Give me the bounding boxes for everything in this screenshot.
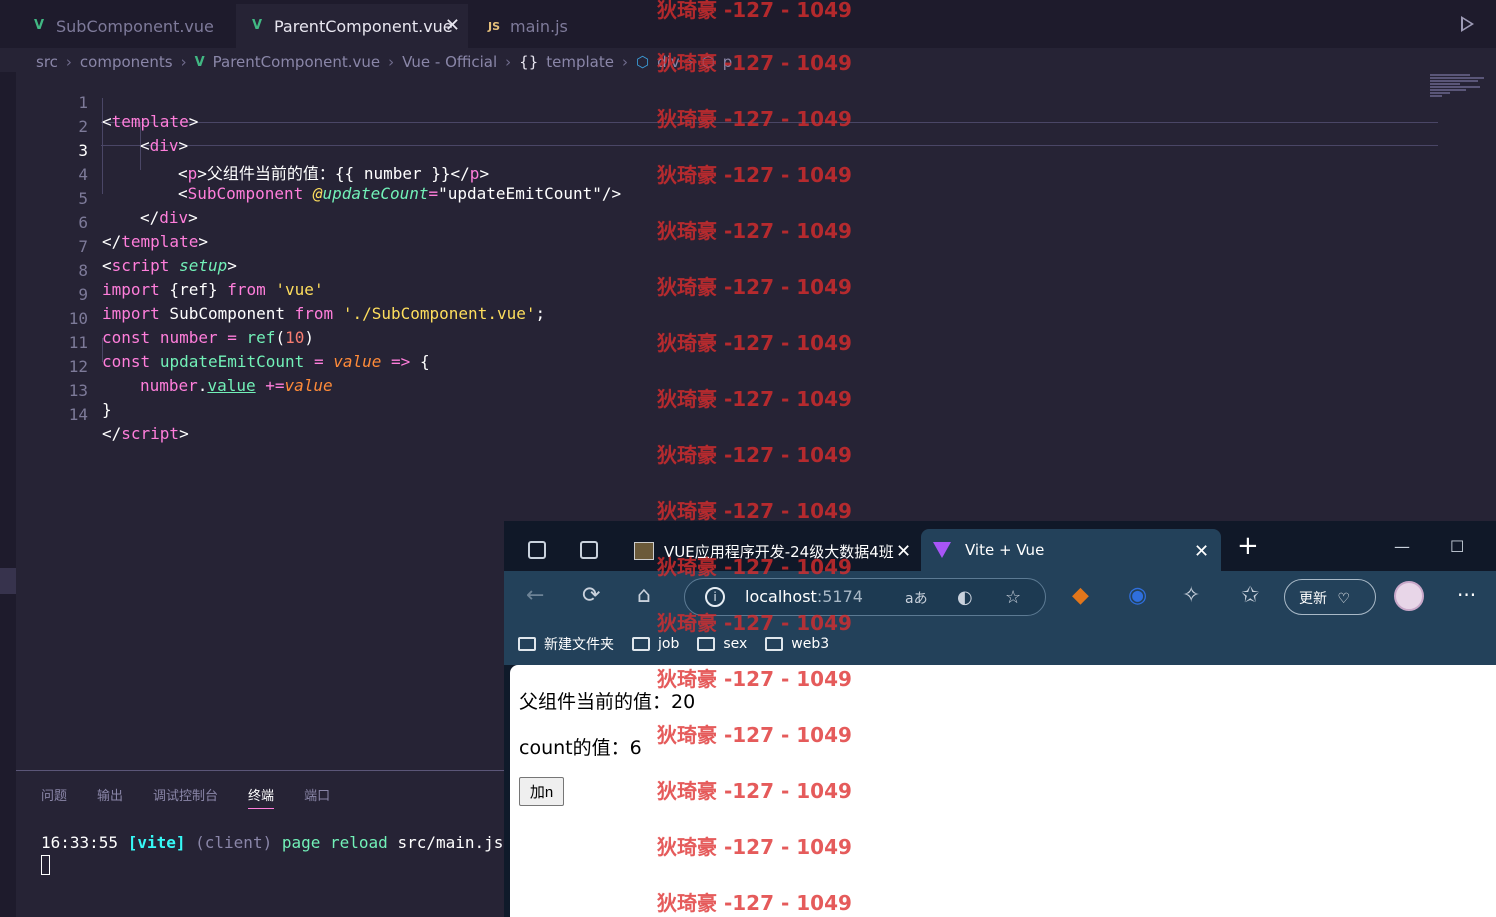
tab-ports[interactable]: 端口 [304,785,330,809]
web-page: 父组件当前的值：20 count的值：6 加n [510,665,1496,917]
code-line: 2 <div> [78,117,189,155]
code-line: 1 <template> [78,93,199,131]
code-line: 11 const updateEmitCount = value => { [68,333,430,371]
home-icon[interactable]: ⌂ [637,585,651,607]
code-line: 7 <script setup> [78,237,237,275]
vue-icon: V [194,54,205,70]
terminal-output[interactable]: 16:33:55 [vite] (client) page reload src… [41,833,503,852]
folder-icon [765,637,784,651]
workspaces-icon[interactable] [528,541,546,559]
address-bar[interactable]: i localhost:5174 aあ ◐ ☆ [684,578,1046,616]
folder-icon [518,637,536,651]
tab-parentcomponent[interactable]: V ParentComponent.vue ✕ [236,4,468,48]
back-icon[interactable]: ← [526,585,544,607]
breadcrumb-item[interactable]: p [723,53,733,71]
breadcrumb-item[interactable]: components [80,53,173,71]
code-line: 10 const number = ref(10) [68,309,314,347]
tab-label: ParentComponent.vue [274,16,453,36]
code-line: 9 import SubComponent from './SubCompone… [78,285,546,323]
browser-tab-strip: VUE应用程序开发-24级大数据4班 ✕ Vite + Vue ✕ + — ☐ [504,521,1496,571]
code-line: 5 </div> [78,189,198,227]
panel-tabs: 问题 输出 调试控制台 终端 端口 [41,785,360,809]
address-url: localhost:5174 [745,587,863,606]
more-icon[interactable]: ··· [1457,583,1476,607]
breadcrumb-item[interactable]: Vue - Official [402,53,497,71]
avatar[interactable] [1394,581,1424,611]
breadcrumb-item[interactable]: template [546,53,614,71]
element-icon: ⬡ [701,53,715,71]
tab-title: Vite + Vue [965,541,1045,559]
count-value-text: count的值：6 [519,737,642,759]
bookmark-folder[interactable]: sex [697,636,747,652]
bookmarks-bar: 新建文件夹 job sex web3 [504,623,1496,665]
reload-icon[interactable]: ⟳ [582,585,600,607]
add-button[interactable]: 加n [519,777,564,806]
vue-icon: V [252,18,263,33]
favorites-icon[interactable]: ✩ [1241,585,1259,607]
tab-problems[interactable]: 问题 [41,785,67,809]
tab-label: main.js [510,16,568,36]
site-favicon [634,542,654,560]
extensions-icon[interactable]: ✧ [1182,585,1200,607]
folder-icon [632,637,650,651]
folder-icon [697,637,716,651]
tab-output[interactable]: 输出 [97,785,123,809]
vue-icon: V [34,18,45,33]
code-line: 3 <p>父组件当前的值：{{ number }}</p> [78,141,490,183]
browser-tab-active[interactable]: Vite + Vue [921,529,1221,571]
breadcrumb-item[interactable]: ParentComponent.vue [213,53,380,71]
code-line: 14 </script> [68,405,189,443]
breadcrumb-item[interactable]: div [657,53,680,71]
element-icon: ⬡ [635,53,650,71]
new-tab-icon[interactable]: + [1237,533,1259,559]
js-icon: JS [488,20,501,33]
code-line: 6 </template> [78,213,208,251]
parent-value-text: 父组件当前的值：20 [519,691,696,713]
braces-icon: {} [519,53,539,71]
tab-subcomponent[interactable]: V SubComponent.vue [0,4,235,48]
browser-tab[interactable]: VUE应用程序开发-24级大数据4班 [628,533,916,569]
activity-strip [0,72,16,917]
breadcrumb: src › components › V ParentComponent.vue › … [36,53,733,71]
extension-icon[interactable]: ◉ [1128,585,1147,607]
bookmark-folder[interactable]: job [632,636,679,652]
breadcrumb-item[interactable]: src [36,53,58,71]
editor-tab-bar: V SubComponent.vue V ParentComponent.vue… [0,0,1496,48]
close-icon[interactable]: ✕ [445,15,460,36]
metamask-icon[interactable]: ◆ [1072,585,1089,607]
code-line: 12 number.value +=value [68,357,333,395]
update-button[interactable]: 更新 ♡ [1284,579,1376,615]
terminal-panel: 问题 输出 调试控制台 终端 端口 16:33:55 [vite] (clien… [16,770,504,917]
minimize-icon[interactable]: — [1394,537,1410,556]
tab-mainjs[interactable]: JS main.js [470,4,618,48]
code-line: 13 } [68,381,112,419]
favorite-icon[interactable]: ☆ [1005,587,1021,608]
tab-terminal[interactable]: 终端 [248,785,275,809]
site-info-icon[interactable]: i [705,587,725,607]
code-editor[interactable]: 1 <template> 2 <div> 3 <p>父组件当前的值：{{ num… [16,74,1496,494]
run-icon[interactable] [1461,16,1474,32]
code-line: 4 <SubComponent @updateCount="updateEmit… [78,165,622,203]
read-aloud-icon[interactable]: aあ [905,588,928,608]
tab-label: SubComponent.vue [56,16,214,36]
browser-window: VUE应用程序开发-24级大数据4班 ✕ Vite + Vue ✕ + — ☐ … [504,521,1496,917]
maximize-icon[interactable]: ☐ [1450,537,1464,556]
browser-toolbar: ← ⟳ ⌂ i localhost:5174 aあ ◐ ☆ ◆ ◉ ✧ ✩ 更新… [504,571,1496,623]
tab-debug-console[interactable]: 调试控制台 [153,785,218,809]
close-icon[interactable]: ✕ [896,541,911,562]
close-icon[interactable]: ✕ [1194,541,1209,562]
code-line: 8 import {ref} from 'vue' [78,261,324,299]
bookmark-folder[interactable]: web3 [765,636,829,652]
terminal-cursor [41,855,50,875]
minimap[interactable] [1430,74,1486,102]
tab-actions-icon[interactable] [580,541,598,559]
bookmark-folder[interactable]: 新建文件夹 [518,634,614,654]
vite-icon [933,542,951,558]
heart-icon: ♡ [1337,591,1351,607]
watermark: 狄琦豪 -127 - 1049 [657,499,852,523]
edge-icon[interactable]: ◐ [957,587,973,608]
tab-title: VUE应用程序开发-24级大数据4班 [664,542,894,561]
